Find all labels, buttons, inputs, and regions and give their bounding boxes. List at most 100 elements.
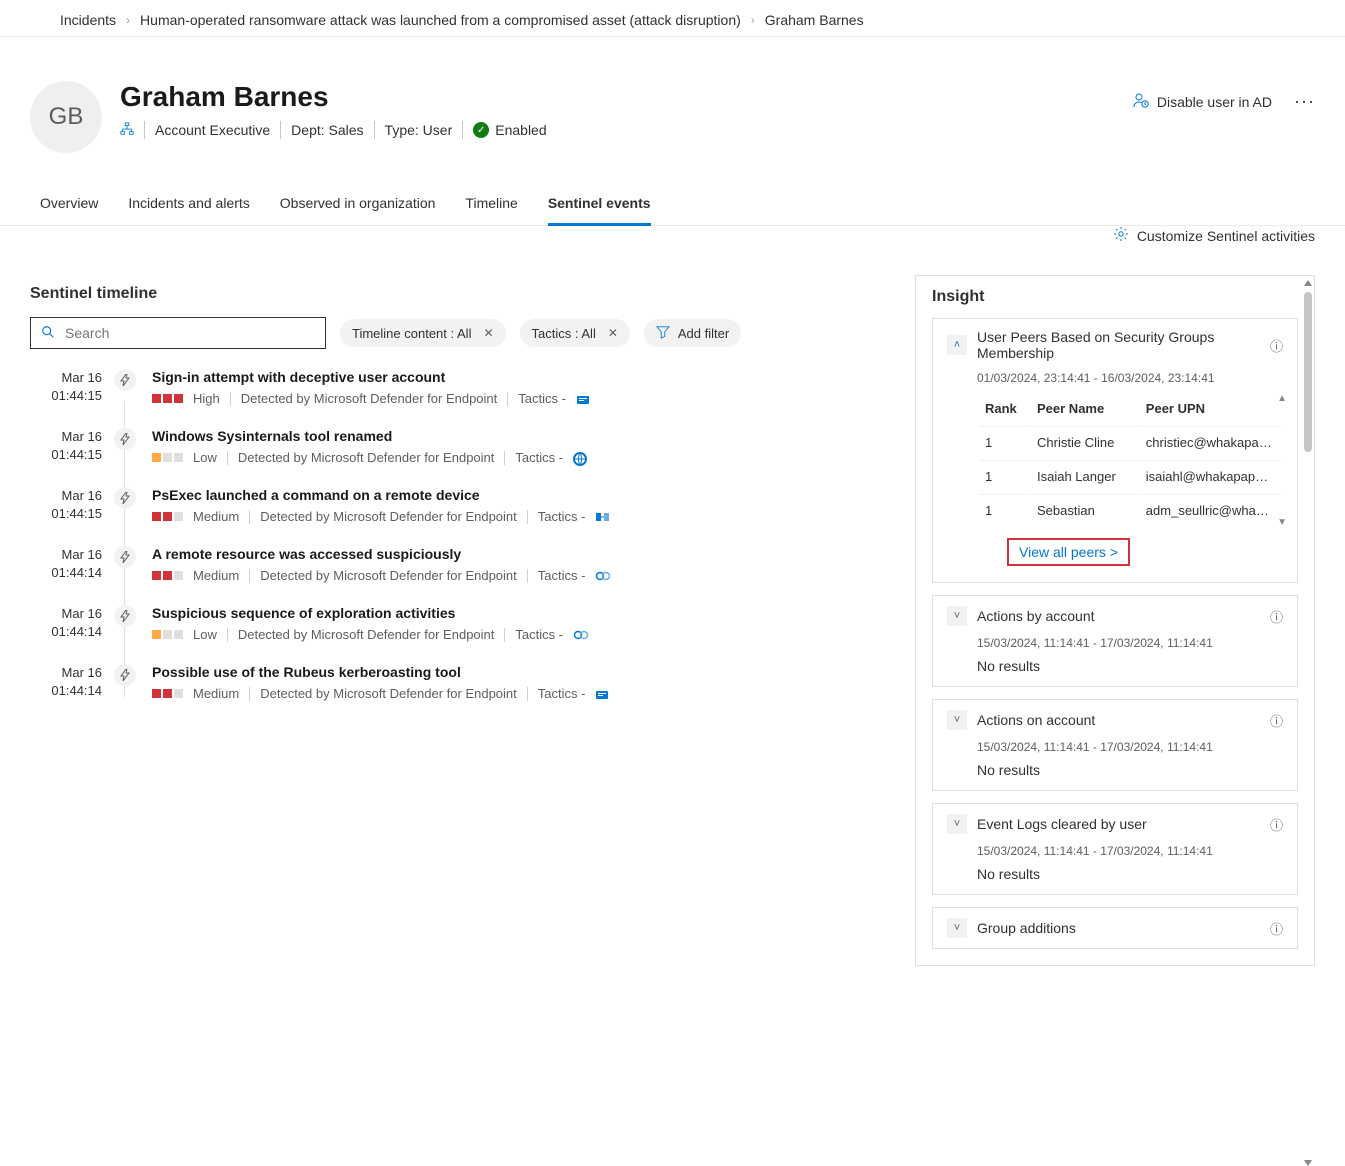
col-peer-name[interactable]: Peer Name <box>1031 395 1138 424</box>
col-rank[interactable]: Rank <box>979 395 1029 424</box>
severity-label: Medium <box>193 509 239 524</box>
tab-observed[interactable]: Observed in organization <box>280 189 436 226</box>
timeline-item[interactable]: Mar 1601:44:14Suspicious sequence of exp… <box>30 605 885 642</box>
scrollbar[interactable] <box>1304 280 1312 606</box>
timeline-timestamp: Mar 1601:44:15 <box>30 369 102 404</box>
tactic-icon <box>576 393 590 405</box>
bolt-icon <box>114 487 136 509</box>
search-box[interactable] <box>30 317 326 349</box>
tactics-label: Tactics - <box>538 686 586 701</box>
timeline-timestamp: Mar 1601:44:14 <box>30 605 102 640</box>
clear-filter-icon[interactable]: ✕ <box>483 326 493 340</box>
alert-title: Windows Sysinternals tool renamed <box>152 428 885 444</box>
card-actions-on: ˅ Actions on account ⓘ 15/03/2024, 11:14… <box>932 699 1298 791</box>
add-filter-label: Add filter <box>678 326 729 341</box>
timeline-timestamp: Mar 1601:44:15 <box>30 487 102 522</box>
card-actions-by-range: 15/03/2024, 11:14:41 - 17/03/2024, 11:14… <box>933 636 1297 652</box>
scroll-up-icon[interactable] <box>1304 280 1312 286</box>
filter-content-label: Timeline content : All <box>352 326 471 341</box>
table-row[interactable]: 1Christie Clinechristiec@whakapap... <box>979 426 1281 458</box>
scroll-thumb[interactable] <box>1304 292 1312 452</box>
breadcrumb-root[interactable]: Incidents <box>60 12 116 28</box>
chevron-up-icon: ˄ <box>947 335 967 355</box>
card-event-logs: ˅ Event Logs cleared by user ⓘ 15/03/202… <box>932 803 1298 895</box>
tactics-label: Tactics - <box>515 450 563 465</box>
alert-title: PsExec launched a command on a remote de… <box>152 487 885 503</box>
card-peers-range: 01/03/2024, 23:14:41 - 16/03/2024, 23:14… <box>933 371 1297 387</box>
info-icon[interactable]: ⓘ <box>1270 711 1283 730</box>
card-actions-on-toggle[interactable]: ˅ Actions on account ⓘ <box>933 700 1297 740</box>
info-icon[interactable]: ⓘ <box>1270 815 1283 834</box>
tab-timeline[interactable]: Timeline <box>465 189 517 226</box>
breadcrumb: Incidents › Human-operated ransomware at… <box>0 0 1345 37</box>
info-icon[interactable]: ⓘ <box>1270 919 1283 938</box>
disable-user-button[interactable]: Disable user in AD <box>1133 92 1272 111</box>
detected-by-label: Detected by Microsoft Defender for Endpo… <box>241 391 498 406</box>
more-actions-button[interactable]: ··· <box>1294 91 1315 112</box>
card-actions-on-title: Actions on account <box>977 712 1260 728</box>
tab-overview[interactable]: Overview <box>40 189 98 226</box>
peer-rank: 1 <box>979 460 1029 492</box>
table-row[interactable]: 1Isaiah Langerisaiahl@whakapapa.a... <box>979 460 1281 492</box>
peer-name: Christie Cline <box>1031 426 1138 458</box>
timeline-item[interactable]: Mar 1601:44:15 PsExec launched a command … <box>30 487 885 524</box>
severity-icon <box>152 571 183 580</box>
card-actions-by-body: No results <box>933 652 1297 686</box>
add-filter-button[interactable]: Add filter <box>644 319 741 347</box>
info-icon[interactable]: ⓘ <box>1270 607 1283 626</box>
detected-by-label: Detected by Microsoft Defender for Endpo… <box>238 450 495 465</box>
tactics-label: Tactics - <box>538 509 586 524</box>
insight-panel: Insight ˄ User Peers Based on Security G… <box>915 275 1315 966</box>
scroll-up-icon[interactable]: ▲ <box>1277 393 1287 404</box>
card-actions-on-body: No results <box>933 756 1297 790</box>
timeline-item[interactable]: Mar 1601:44:15Sign-in attempt with decep… <box>30 369 885 406</box>
card-event-logs-toggle[interactable]: ˅ Event Logs cleared by user ⓘ <box>933 804 1297 844</box>
scroll-down-icon[interactable]: ▼ <box>1277 517 1287 528</box>
timeline-item[interactable]: Mar 1601:44:14A remote resource was acce… <box>30 546 885 583</box>
role-label: Account Executive <box>155 122 270 138</box>
alert-title: A remote resource was accessed suspiciou… <box>152 546 885 562</box>
bolt-icon <box>114 605 136 627</box>
tactics-label: Tactics - <box>515 627 563 642</box>
chevron-down-icon: ˅ <box>947 710 967 730</box>
type-label: Type: User <box>385 122 453 138</box>
search-input[interactable] <box>63 324 315 342</box>
card-actions-by-title: Actions by account <box>977 608 1260 624</box>
sentinel-timeline-heading: Sentinel timeline <box>30 285 885 303</box>
tabs: Overview Incidents and alerts Observed i… <box>0 153 1345 226</box>
card-actions-by-toggle[interactable]: ˅ Actions by account ⓘ <box>933 596 1297 636</box>
card-event-logs-title: Event Logs cleared by user <box>977 816 1260 832</box>
tab-incidents[interactable]: Incidents and alerts <box>128 189 249 226</box>
tactic-icon <box>595 688 609 700</box>
severity-label: Medium <box>193 686 239 701</box>
timeline-item[interactable]: Mar 1601:44:14Possible use of the Rubeus… <box>30 664 885 701</box>
bolt-icon <box>114 546 136 568</box>
severity-icon <box>152 453 183 462</box>
table-row[interactable]: 1Sebastianadm_seullric@whaka... <box>979 494 1281 526</box>
status-check-icon: ✓ <box>473 122 489 138</box>
peer-upn: christiec@whakapap... <box>1140 426 1281 458</box>
info-icon[interactable]: ⓘ <box>1270 336 1283 355</box>
timeline-item[interactable]: Mar 1601:44:15Windows Sysinternals tool … <box>30 428 885 465</box>
filter-content-pill[interactable]: Timeline content : All ✕ <box>340 319 506 347</box>
scroll-down-icon[interactable] <box>1304 1160 1312 1166</box>
peer-rank: 1 <box>979 494 1029 526</box>
col-peer-upn[interactable]: Peer UPN <box>1140 395 1281 424</box>
clear-filter-icon[interactable]: ✕ <box>608 326 618 340</box>
gear-icon <box>1113 226 1129 245</box>
card-peers-toggle[interactable]: ˄ User Peers Based on Security Groups Me… <box>933 319 1297 371</box>
tab-sentinel-events[interactable]: Sentinel events <box>548 189 651 226</box>
tactic-icon <box>573 452 587 464</box>
status-label: Enabled <box>495 122 546 138</box>
breadcrumb-incident[interactable]: Human-operated ransomware attack was lau… <box>140 12 741 28</box>
user-disable-icon <box>1133 92 1149 111</box>
severity-label: Low <box>193 450 217 465</box>
detected-by-label: Detected by Microsoft Defender for Endpo… <box>260 568 517 583</box>
filter-tactics-label: Tactics : All <box>532 326 596 341</box>
customize-activities-button[interactable]: Customize Sentinel activities <box>1113 226 1315 245</box>
filter-tactics-pill[interactable]: Tactics : All ✕ <box>520 319 630 347</box>
bolt-icon <box>114 664 136 686</box>
card-event-logs-range: 15/03/2024, 11:14:41 - 17/03/2024, 11:14… <box>933 844 1297 860</box>
view-all-peers-link[interactable]: View all peers > <box>1007 538 1130 566</box>
card-group-additions-toggle[interactable]: ˅ Group additions ⓘ <box>933 908 1297 948</box>
